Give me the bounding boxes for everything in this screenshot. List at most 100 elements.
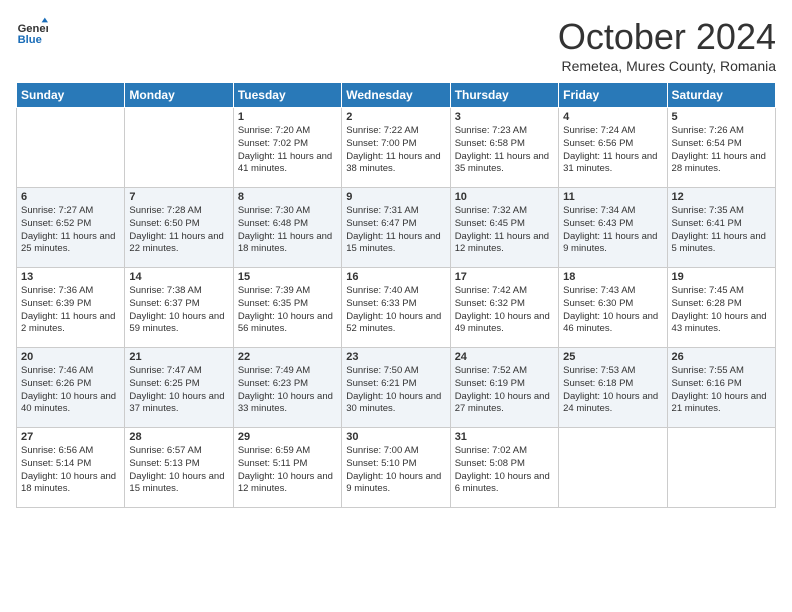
calendar-cell: 27Sunrise: 6:56 AM Sunset: 5:14 PM Dayli…	[17, 428, 125, 508]
cell-content: Sunrise: 7:52 AM Sunset: 6:19 PM Dayligh…	[455, 365, 554, 416]
cell-content: Sunrise: 7:49 AM Sunset: 6:23 PM Dayligh…	[238, 365, 337, 416]
calendar-cell	[125, 108, 233, 188]
day-number: 13	[21, 271, 120, 283]
calendar-cell	[667, 428, 775, 508]
header-row: Sunday Monday Tuesday Wednesday Thursday…	[17, 83, 776, 108]
calendar-cell: 9 Sunrise: 7:31 AM Sunset: 6:47 PM Daylig…	[342, 188, 450, 268]
header-thursday: Thursday	[450, 83, 558, 108]
calendar-cell: 3 Sunrise: 7:23 AM Sunset: 6:58 PM Daylig…	[450, 108, 558, 188]
day-number: 21	[129, 351, 228, 363]
svg-text:Blue: Blue	[18, 34, 42, 46]
cell-content: Sunrise: 6:57 AM Sunset: 5:13 PM Dayligh…	[129, 445, 228, 496]
page-header: General Blue October 2024 Remetea, Mures…	[16, 16, 776, 74]
cell-content: Sunrise: 7:34 AM Sunset: 6:43 PM Dayligh…	[563, 205, 662, 256]
day-number: 6	[21, 191, 120, 203]
cell-content: Sunrise: 7:36 AM Sunset: 6:39 PM Dayligh…	[21, 285, 120, 336]
cell-content: Sunrise: 7:22 AM Sunset: 7:00 PM Dayligh…	[346, 125, 445, 176]
cell-content: Sunrise: 7:00 AM Sunset: 5:10 PM Dayligh…	[346, 445, 445, 496]
calendar-cell: 23Sunrise: 7:50 AM Sunset: 6:21 PM Dayli…	[342, 348, 450, 428]
calendar-cell: 22 Sunrise: 7:49 AM Sunset: 6:23 PM Dayli…	[233, 348, 341, 428]
day-number: 27	[21, 431, 120, 443]
cell-content: Sunrise: 7:23 AM Sunset: 6:58 PM Dayligh…	[455, 125, 554, 176]
calendar-cell: 2 Sunrise: 7:22 AM Sunset: 7:00 PM Daylig…	[342, 108, 450, 188]
day-number: 26	[672, 351, 771, 363]
calendar-cell: 25Sunrise: 7:53 AM Sunset: 6:18 PM Dayli…	[559, 348, 667, 428]
day-number: 2	[346, 111, 445, 123]
calendar-cell: 26 Sunrise: 7:55 AM Sunset: 6:16 PM Dayli…	[667, 348, 775, 428]
cell-content: Sunrise: 7:35 AM Sunset: 6:41 PM Dayligh…	[672, 205, 771, 256]
cell-content: Sunrise: 7:40 AM Sunset: 6:33 PM Dayligh…	[346, 285, 445, 336]
calendar-cell: 7 Sunrise: 7:28 AM Sunset: 6:50 PM Daylig…	[125, 188, 233, 268]
day-number: 30	[346, 431, 445, 443]
calendar-week-2: 13 Sunrise: 7:36 AM Sunset: 6:39 PM Dayli…	[17, 268, 776, 348]
calendar-cell: 8 Sunrise: 7:30 AM Sunset: 6:48 PM Daylig…	[233, 188, 341, 268]
day-number: 17	[455, 271, 554, 283]
header-tuesday: Tuesday	[233, 83, 341, 108]
day-number: 3	[455, 111, 554, 123]
cell-content: Sunrise: 7:30 AM Sunset: 6:48 PM Dayligh…	[238, 205, 337, 256]
logo: General Blue	[16, 16, 48, 48]
day-number: 24	[455, 351, 554, 363]
cell-content: Sunrise: 6:59 AM Sunset: 5:11 PM Dayligh…	[238, 445, 337, 496]
day-number: 12	[672, 191, 771, 203]
day-number: 10	[455, 191, 554, 203]
header-monday: Monday	[125, 83, 233, 108]
day-number: 7	[129, 191, 228, 203]
day-number: 4	[563, 111, 662, 123]
calendar-week-4: 27Sunrise: 6:56 AM Sunset: 5:14 PM Dayli…	[17, 428, 776, 508]
day-number: 9	[346, 191, 445, 203]
cell-content: Sunrise: 7:42 AM Sunset: 6:32 PM Dayligh…	[455, 285, 554, 336]
day-number: 18	[563, 271, 662, 283]
header-saturday: Saturday	[667, 83, 775, 108]
cell-content: Sunrise: 7:02 AM Sunset: 5:08 PM Dayligh…	[455, 445, 554, 496]
day-number: 31	[455, 431, 554, 443]
cell-content: Sunrise: 7:46 AM Sunset: 6:26 PM Dayligh…	[21, 365, 120, 416]
calendar-cell: 5 Sunrise: 7:26 AM Sunset: 6:54 PM Daylig…	[667, 108, 775, 188]
calendar-header: Sunday Monday Tuesday Wednesday Thursday…	[17, 83, 776, 108]
day-number: 28	[129, 431, 228, 443]
cell-content: Sunrise: 7:31 AM Sunset: 6:47 PM Dayligh…	[346, 205, 445, 256]
day-number: 1	[238, 111, 337, 123]
cell-content: Sunrise: 7:47 AM Sunset: 6:25 PM Dayligh…	[129, 365, 228, 416]
day-number: 11	[563, 191, 662, 203]
month-title: October 2024	[558, 16, 776, 58]
title-block: October 2024 Remetea, Mures County, Roma…	[558, 16, 776, 74]
cell-content: Sunrise: 7:55 AM Sunset: 6:16 PM Dayligh…	[672, 365, 771, 416]
day-number: 15	[238, 271, 337, 283]
calendar-cell: 14Sunrise: 7:38 AM Sunset: 6:37 PM Dayli…	[125, 268, 233, 348]
day-number: 5	[672, 111, 771, 123]
day-number: 22	[238, 351, 337, 363]
calendar-body: 1 Sunrise: 7:20 AM Sunset: 7:02 PM Daylig…	[17, 108, 776, 508]
day-number: 14	[129, 271, 228, 283]
calendar-cell: 17 Sunrise: 7:42 AM Sunset: 6:32 PM Dayli…	[450, 268, 558, 348]
cell-content: Sunrise: 7:32 AM Sunset: 6:45 PM Dayligh…	[455, 205, 554, 256]
day-number: 8	[238, 191, 337, 203]
cell-content: Sunrise: 7:27 AM Sunset: 6:52 PM Dayligh…	[21, 205, 120, 256]
cell-content: Sunrise: 7:20 AM Sunset: 7:02 PM Dayligh…	[238, 125, 337, 176]
cell-content: Sunrise: 7:39 AM Sunset: 6:35 PM Dayligh…	[238, 285, 337, 336]
calendar-week-1: 6 Sunrise: 7:27 AM Sunset: 6:52 PM Daylig…	[17, 188, 776, 268]
cell-content: Sunrise: 7:24 AM Sunset: 6:56 PM Dayligh…	[563, 125, 662, 176]
calendar-cell: 18 Sunrise: 7:43 AM Sunset: 6:30 PM Dayli…	[559, 268, 667, 348]
calendar-cell: 15 Sunrise: 7:39 AM Sunset: 6:35 PM Dayli…	[233, 268, 341, 348]
day-number: 19	[672, 271, 771, 283]
calendar-week-3: 20Sunrise: 7:46 AM Sunset: 6:26 PM Dayli…	[17, 348, 776, 428]
calendar-week-0: 1 Sunrise: 7:20 AM Sunset: 7:02 PM Daylig…	[17, 108, 776, 188]
cell-content: Sunrise: 7:28 AM Sunset: 6:50 PM Dayligh…	[129, 205, 228, 256]
calendar-cell: 10 Sunrise: 7:32 AM Sunset: 6:45 PM Dayli…	[450, 188, 558, 268]
day-number: 23	[346, 351, 445, 363]
calendar-cell	[17, 108, 125, 188]
calendar-cell: 11 Sunrise: 7:34 AM Sunset: 6:43 PM Dayli…	[559, 188, 667, 268]
calendar-cell: 21 Sunrise: 7:47 AM Sunset: 6:25 PM Dayli…	[125, 348, 233, 428]
cell-content: Sunrise: 7:26 AM Sunset: 6:54 PM Dayligh…	[672, 125, 771, 176]
header-friday: Friday	[559, 83, 667, 108]
calendar-cell: 19Sunrise: 7:45 AM Sunset: 6:28 PM Dayli…	[667, 268, 775, 348]
logo-icon: General Blue	[16, 16, 48, 48]
header-sunday: Sunday	[17, 83, 125, 108]
cell-content: Sunrise: 7:43 AM Sunset: 6:30 PM Dayligh…	[563, 285, 662, 336]
svg-text:General: General	[18, 23, 48, 35]
header-wednesday: Wednesday	[342, 83, 450, 108]
calendar-cell: 30 Sunrise: 7:00 AM Sunset: 5:10 PM Dayli…	[342, 428, 450, 508]
subtitle: Remetea, Mures County, Romania	[558, 58, 776, 74]
calendar-cell: 20Sunrise: 7:46 AM Sunset: 6:26 PM Dayli…	[17, 348, 125, 428]
